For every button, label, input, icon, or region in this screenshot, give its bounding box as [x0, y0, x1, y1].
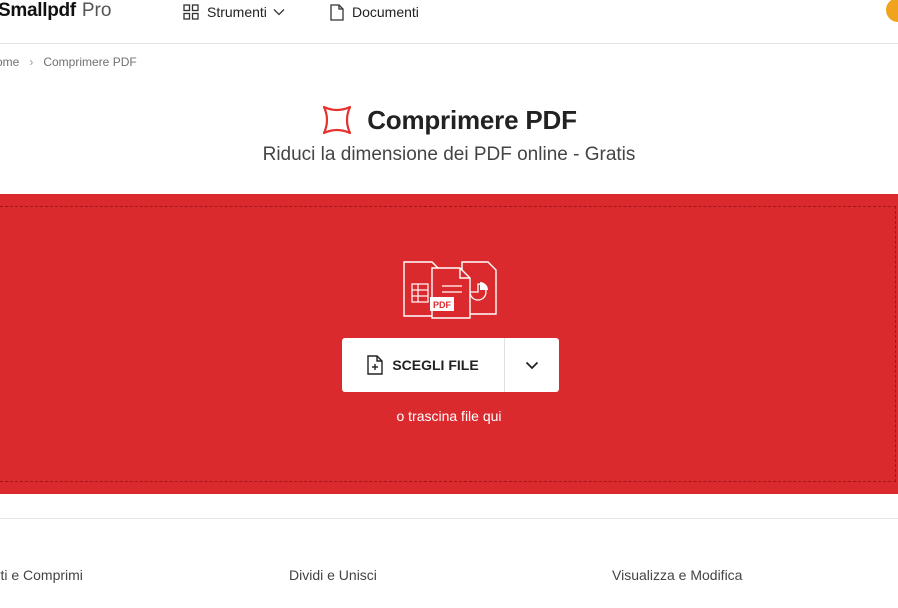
category-convert-compress[interactable]: erti e Comprimi [0, 567, 83, 583]
nav-tools-label: Strumenti [207, 4, 267, 20]
breadcrumb-current: Comprimere PDF [43, 55, 137, 69]
choose-file-options-button[interactable] [505, 338, 559, 392]
smallpdf-logo[interactable]: Smallpdf Pro [0, 0, 111, 24]
document-icon [330, 3, 344, 21]
user-avatar[interactable] [886, 0, 898, 22]
grid-icon [183, 4, 199, 20]
page-header: Comprimere PDF [0, 104, 898, 136]
top-navigation-bar: Smallpdf Pro Strumenti Documenti [0, 0, 898, 44]
breadcrumb: ome › Comprimere PDF [0, 55, 137, 69]
add-file-icon [367, 355, 384, 375]
nav-documents-label: Documenti [352, 4, 419, 20]
choose-file-button[interactable]: SCEGLI FILE [342, 338, 504, 392]
section-divider [0, 518, 898, 519]
compress-icon [323, 105, 352, 135]
page-subtitle: Riduci la dimensione dei PDF online - Gr… [262, 144, 636, 165]
breadcrumb-separator: › [29, 55, 34, 69]
choose-file-button-group: SCEGLI FILE [342, 338, 559, 392]
nav-documents-link[interactable]: Documenti [330, 2, 419, 22]
chevron-down-icon [525, 361, 539, 369]
page-title: Comprimere PDF [367, 104, 577, 135]
logo-pro-text: Pro [81, 0, 112, 21]
breadcrumb-home[interactable]: ome [0, 55, 19, 69]
nav-tools-menu[interactable]: Strumenti [183, 2, 293, 22]
logo-text: Smallpdf [0, 0, 76, 21]
category-split-merge[interactable]: Dividi e Unisci [289, 567, 377, 583]
files-illustration-icon: PDF [403, 261, 497, 319]
choose-file-label: SCEGLI FILE [392, 357, 479, 373]
drag-drop-hint: o trascina file qui [396, 408, 502, 424]
file-badge-label: PDF [433, 300, 452, 310]
category-view-edit[interactable]: Visualizza e Modifica [612, 567, 742, 583]
chevron-down-icon [273, 9, 285, 16]
